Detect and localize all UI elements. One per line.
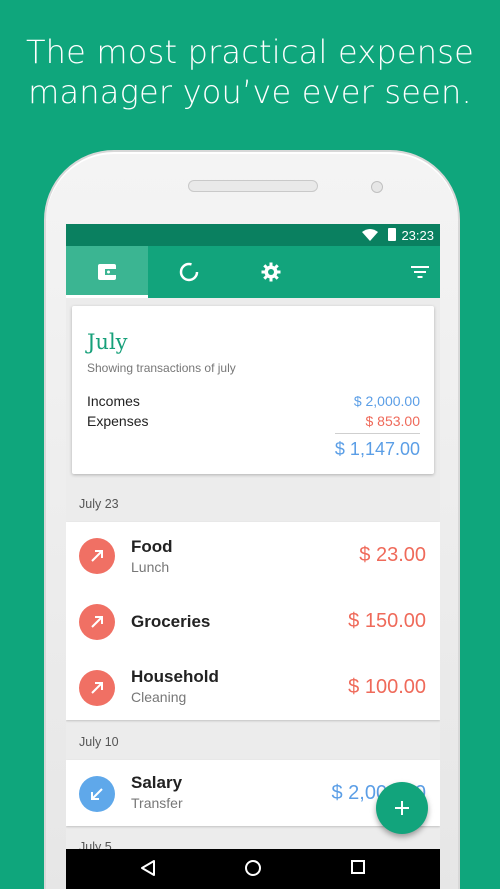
transaction-group: Food Lunch $ 23.00 Groceries $ 150.00 Ho…	[66, 522, 440, 720]
phone-camera	[371, 181, 383, 193]
phone-speaker	[188, 180, 318, 192]
transaction-amount: $ 23.00	[359, 544, 426, 566]
transaction-item[interactable]: Groceries $ 150.00	[66, 588, 440, 654]
income-icon	[79, 776, 115, 812]
tab-statistics[interactable]	[148, 246, 230, 298]
transaction-title: Salary	[131, 773, 183, 792]
active-tab-indicator	[66, 295, 148, 298]
transaction-subtitle: Lunch	[131, 559, 170, 575]
month-title: July	[87, 330, 128, 354]
transaction-subtitle: Transfer	[131, 795, 183, 811]
date-header: July 10	[79, 735, 119, 749]
recents-icon[interactable]	[350, 859, 366, 875]
status-time: 23:23	[401, 228, 434, 243]
add-transaction-button[interactable]	[376, 782, 428, 834]
back-icon[interactable]	[140, 859, 156, 877]
incomes-label: Incomes	[87, 393, 140, 409]
transaction-item[interactable]: Household Cleaning $ 100.00	[66, 654, 440, 720]
transaction-amount: $ 150.00	[348, 610, 426, 632]
battery-icon	[388, 228, 396, 241]
wifi-icon	[362, 229, 378, 241]
total-divider	[335, 433, 420, 434]
summary-subtitle: Showing transactions of july	[87, 361, 236, 375]
headline-line-2: manager you’ve ever seen.	[28, 73, 472, 111]
headline-line-1: The most practical expense	[25, 33, 475, 71]
filter-button[interactable]	[400, 246, 440, 298]
headline: The most practical expense manager you’v…	[0, 32, 500, 112]
date-header: July 23	[79, 497, 119, 511]
plus-icon	[395, 801, 409, 815]
expense-icon	[79, 670, 115, 706]
toolbar	[66, 246, 440, 298]
transaction-subtitle: Cleaning	[131, 689, 187, 705]
transaction-item[interactable]: Food Lunch $ 23.00	[66, 522, 440, 588]
transaction-title: Household	[131, 667, 219, 686]
tab-wallet[interactable]	[66, 246, 148, 298]
arrow-up-right-icon	[91, 682, 103, 694]
filter-icon	[411, 266, 429, 278]
expenses-value: $ 853.00	[365, 413, 421, 429]
arrow-down-left-icon	[91, 788, 103, 800]
tab-settings[interactable]	[230, 246, 312, 298]
gear-icon	[261, 262, 281, 282]
wallet-icon	[98, 264, 116, 280]
arrow-up-right-icon	[91, 550, 103, 562]
balance-total: $ 1,147.00	[334, 439, 420, 459]
expenses-label: Expenses	[87, 413, 149, 429]
status-bar: 23:23	[66, 224, 440, 246]
pie-chart-icon	[179, 262, 199, 282]
transaction-title: Food	[131, 537, 173, 556]
system-nav-bar	[66, 849, 440, 889]
transaction-amount: $ 100.00	[348, 676, 426, 698]
expense-icon	[79, 604, 115, 640]
transaction-title: Groceries	[131, 612, 211, 631]
summary-card[interactable]: July Showing transactions of july Income…	[72, 306, 434, 474]
arrow-up-right-icon	[91, 616, 103, 628]
app-screen: 23:23 July Showing transactions of july …	[66, 224, 440, 889]
expense-icon	[79, 538, 115, 574]
home-icon[interactable]	[244, 859, 262, 877]
incomes-value: $ 2,000.00	[353, 393, 420, 409]
